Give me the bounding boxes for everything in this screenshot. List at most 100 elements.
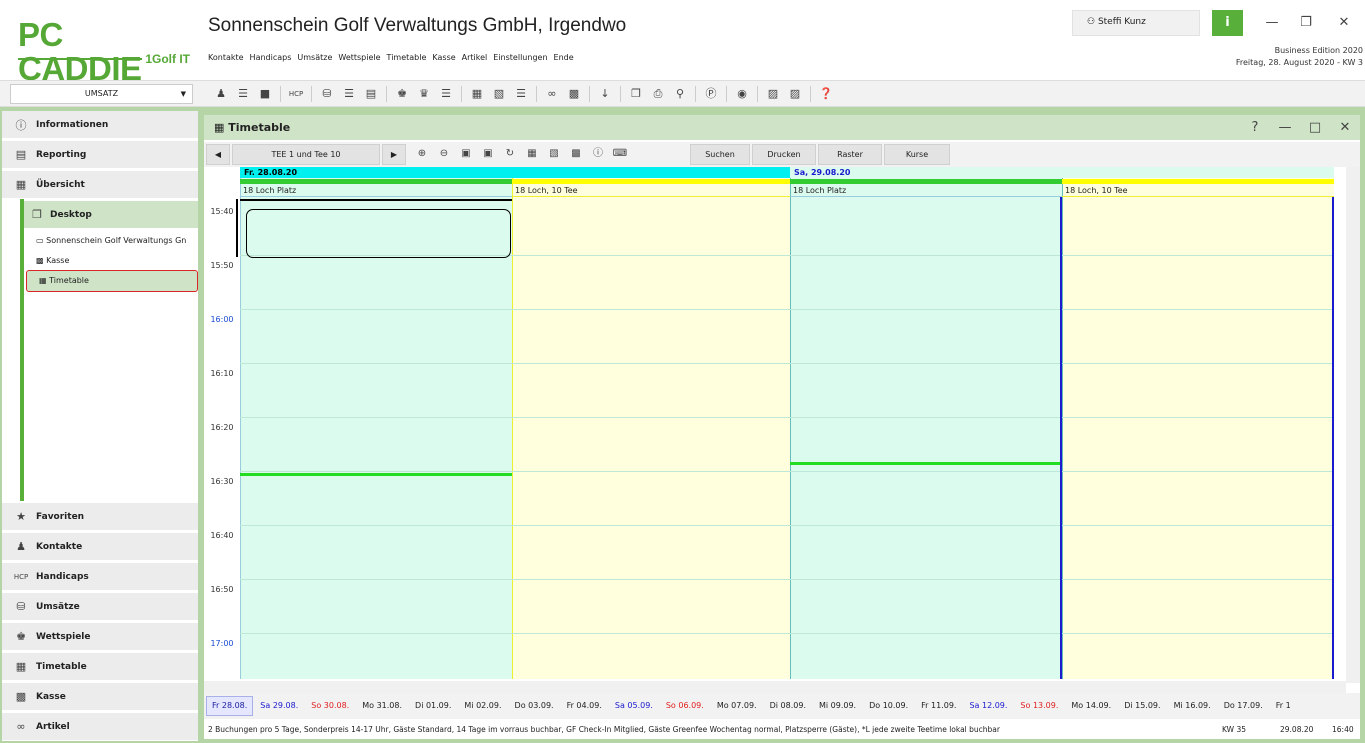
date-tab[interactable]: Fr 1 [1270, 696, 1297, 716]
sidebar-item-timetable[interactable]: ▦ Timetable [2, 653, 198, 681]
coins-icon[interactable]: ⛁ [318, 85, 336, 103]
sort-icon[interactable]: ↓ [596, 85, 614, 103]
suchen-button[interactable]: Suchen [690, 144, 750, 165]
module-select[interactable]: UMSATZ ▼ [10, 84, 193, 104]
day1-col2[interactable] [512, 167, 790, 679]
date-tab[interactable]: Di 01.09. [409, 696, 457, 716]
register-icon[interactable]: ▩ [565, 85, 583, 103]
list-icon[interactable]: ☰ [437, 85, 455, 103]
desktop-item-company[interactable]: ▭ Sonnenschein Golf Verwaltungs Gn [24, 233, 198, 249]
selected-slot[interactable] [246, 209, 511, 258]
minimize-icon[interactable]: — [1270, 115, 1300, 140]
menu-handicaps[interactable]: Handicaps [250, 53, 292, 62]
date-tab[interactable]: Do 10.09. [863, 696, 914, 716]
date-tab[interactable]: Do 17.09. [1218, 696, 1269, 716]
help-icon[interactable]: ❓ [817, 85, 835, 103]
date-tab[interactable]: Mi 02.09. [458, 696, 507, 716]
sidebar-item-kasse[interactable]: ▩ Kasse [2, 683, 198, 711]
date-tab[interactable]: Mi 09.09. [813, 696, 862, 716]
book-icon[interactable]: ■ [256, 85, 274, 103]
help-icon[interactable]: ? [1240, 115, 1270, 140]
desktop-item-timetable[interactable]: ▦ Timetable [26, 270, 198, 292]
maximize-icon[interactable]: □ [1300, 115, 1330, 140]
course-select[interactable]: TEE 1 und Tee 10 [232, 144, 380, 165]
menu-timetable[interactable]: Timetable [387, 53, 427, 62]
sidebar-item-kontakte[interactable]: ♟ Kontakte [2, 533, 198, 561]
info-button[interactable]: i [1212, 10, 1243, 36]
register-icon[interactable]: ▩ [568, 146, 584, 162]
calendar2-icon[interactable]: ▧ [490, 85, 508, 103]
menu-wettspiele[interactable]: Wettspiele [338, 53, 380, 62]
doc-icon[interactable]: ▤ [362, 85, 380, 103]
sidebar-item-wettspiele[interactable]: ♚ Wettspiele [2, 623, 198, 651]
trophy2-icon[interactable]: ♛ [415, 85, 433, 103]
keyboard-icon[interactable]: ⌨ [612, 146, 628, 162]
zoom-out-icon[interactable]: ⊖ [436, 146, 452, 162]
cart-icon[interactable]: ∞ [543, 85, 561, 103]
sidebar-item-handicaps[interactable]: HCP Handicaps [2, 563, 198, 591]
sidebar-item-umsaetze[interactable]: ⛁ Umsätze [2, 593, 198, 621]
minimize-button[interactable]: — [1258, 10, 1286, 36]
date-tab[interactable]: Fr 04.09. [561, 696, 608, 716]
list-icon[interactable]: ☰ [340, 85, 358, 103]
calendar-icon[interactable]: ▧ [546, 146, 562, 162]
raster-button[interactable]: Raster [818, 144, 882, 165]
desktop-item-kasse[interactable]: ▩ Kasse [24, 253, 198, 269]
menu-ende[interactable]: Ende [554, 53, 574, 62]
menu-einstellungen[interactable]: Einstellungen [493, 53, 547, 62]
print-icon[interactable]: ⎙ [649, 85, 667, 103]
date-tab[interactable]: Mi 16.09. [1168, 696, 1217, 716]
info-icon[interactable]: ⓘ [590, 146, 606, 162]
sidebar-item-desktop[interactable]: ❐ Desktop [24, 201, 198, 229]
date-tab[interactable]: Mo 14.09. [1065, 696, 1117, 716]
list-icon[interactable]: ☰ [234, 85, 252, 103]
date-tab[interactable]: Fr 11.09. [915, 696, 962, 716]
trophy-icon[interactable]: ♚ [393, 85, 411, 103]
sidebar-item-informationen[interactable]: ⓘ Informationen [2, 111, 198, 139]
date-tab[interactable]: So 30.08. [305, 696, 355, 716]
refresh-icon[interactable]: ↻ [502, 146, 518, 162]
window-icon[interactable]: ❐ [627, 85, 645, 103]
date-tab[interactable]: Mo 31.08. [356, 696, 408, 716]
timetable-grid[interactable]: 15:40 15:50 16:00 16:10 16:20 16:30 16:4… [204, 167, 1360, 727]
user-button[interactable]: ⚇ Steffi Kunz [1072, 10, 1200, 36]
sidebar-item-favoriten[interactable]: ★ Favoriten [2, 503, 198, 531]
day2-col1[interactable] [790, 167, 1062, 679]
calendar-icon[interactable]: ▦ [468, 85, 486, 103]
drucken-button[interactable]: Drucken [752, 144, 816, 165]
menu-artikel[interactable]: Artikel [462, 53, 488, 62]
menu-umsaetze[interactable]: Umsätze [297, 53, 332, 62]
date-tab[interactable]: Mo 07.09. [711, 696, 763, 716]
import-icon[interactable]: ▣ [480, 146, 496, 162]
close-icon[interactable]: ✕ [1330, 115, 1360, 140]
list-icon[interactable]: ☰ [512, 85, 530, 103]
menu-kontakte[interactable]: Kontakte [208, 53, 244, 62]
sidebar-item-uebersicht[interactable]: ▦ Übersicht [2, 171, 198, 199]
date-tab[interactable]: Fr 28.08. [206, 696, 254, 716]
date-tab[interactable]: Sa 05.09. [609, 696, 659, 716]
contact-icon[interactable]: ♟ [212, 85, 230, 103]
date-tab[interactable]: Di 15.09. [1118, 696, 1166, 716]
date-tab[interactable]: So 06.09. [660, 696, 710, 716]
close-button[interactable]: ✕ [1330, 10, 1358, 36]
sidebar-item-artikel[interactable]: ∞ Artikel [2, 713, 198, 741]
hcp-icon[interactable]: HCP [287, 85, 305, 103]
date-tab[interactable]: Do 03.09. [509, 696, 560, 716]
date-tab[interactable]: So 13.09. [1014, 696, 1064, 716]
word-icon[interactable]: ▨ [764, 85, 782, 103]
globe-icon[interactable]: ◉ [733, 85, 751, 103]
vertical-scrollbar[interactable] [1346, 167, 1360, 683]
restore-button[interactable]: ❐ [1292, 10, 1320, 36]
lock-icon[interactable]: ⚲ [671, 85, 689, 103]
day2-col2[interactable] [1062, 167, 1334, 679]
grid-icon[interactable]: ▦ [524, 146, 540, 162]
g-icon[interactable]: Ⓟ [702, 85, 720, 103]
excel-icon[interactable]: ▨ [786, 85, 804, 103]
prev-course-button[interactable]: ◀ [206, 144, 230, 165]
date-tab[interactable]: Di 08.09. [764, 696, 812, 716]
export-icon[interactable]: ▣ [458, 146, 474, 162]
kurse-button[interactable]: Kurse [884, 144, 950, 165]
zoom-in-icon[interactable]: ⊕ [414, 146, 430, 162]
date-tab[interactable]: Sa 12.09. [963, 696, 1013, 716]
horizontal-scrollbar[interactable] [204, 681, 1346, 693]
